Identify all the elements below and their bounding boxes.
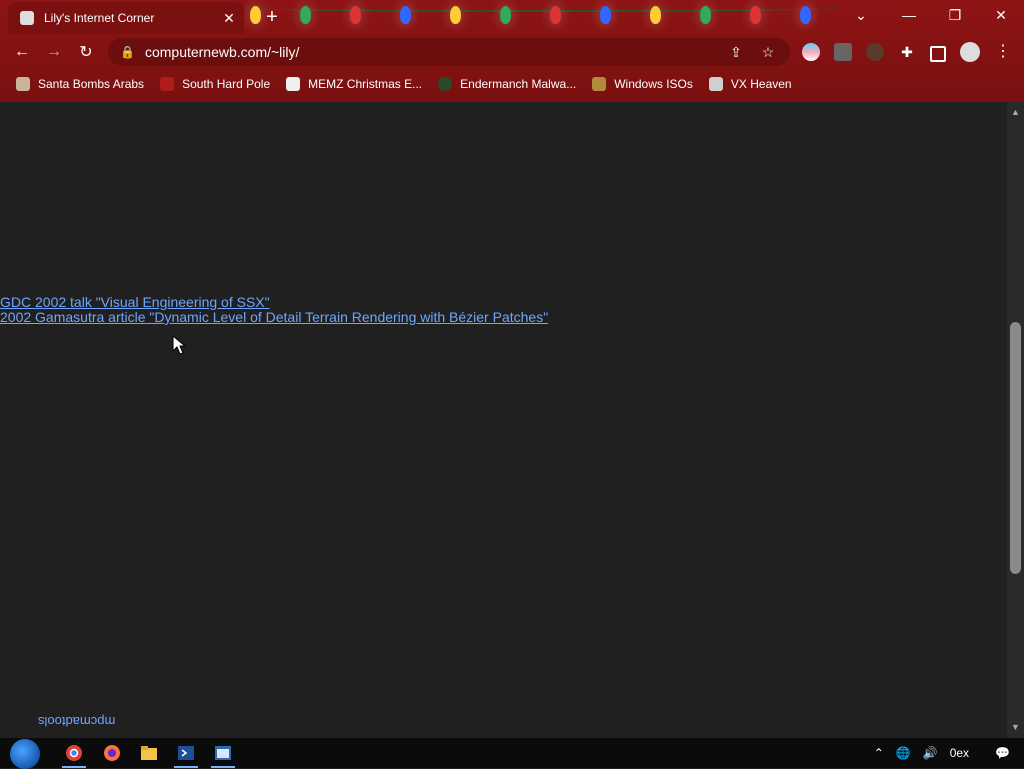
tray-text: 0ex bbox=[949, 746, 970, 760]
bookmark-label: MEMZ Christmas E... bbox=[308, 77, 423, 91]
bookmarks-bar: Santa Bombs Arabs South Hard Pole MEMZ C… bbox=[0, 70, 1024, 98]
light-bulb bbox=[300, 6, 311, 24]
light-bulb bbox=[750, 6, 761, 24]
extension-s-icon[interactable] bbox=[834, 43, 852, 61]
bookmark-vx-heaven-icon bbox=[708, 77, 723, 91]
bookmark-label: South Hard Pole bbox=[182, 77, 271, 91]
new-tab-icon[interactable]: + bbox=[262, 6, 282, 29]
web-page: GDC 2002 talk "Visual Engineering of SSX… bbox=[0, 102, 1007, 738]
system-tray: ⌃ 🌐 🔊 0ex 💬 bbox=[862, 738, 1024, 768]
scroll-down-icon[interactable]: ▼ bbox=[1011, 723, 1020, 732]
network-icon[interactable]: 🌐 bbox=[896, 746, 911, 760]
light-bulb bbox=[600, 6, 611, 24]
close-window-icon[interactable]: ✕ bbox=[978, 0, 1024, 30]
bookmark-snowflake-icon bbox=[160, 77, 175, 91]
taskbar-window-icon[interactable] bbox=[211, 742, 235, 768]
bookmark-memz-icon bbox=[286, 77, 301, 91]
taskbar: ⌃ 🌐 🔊 0ex 💬 bbox=[0, 738, 1024, 769]
bookmark-windows-isos[interactable]: Windows ISOs bbox=[592, 77, 693, 91]
bookmark-label: Santa Bombs Arabs bbox=[38, 77, 145, 91]
share-icon[interactable]: ⇪ bbox=[726, 42, 746, 62]
light-bulb bbox=[400, 6, 411, 24]
bookmark-star-icon[interactable]: ☆ bbox=[758, 42, 778, 62]
light-bulb bbox=[450, 6, 461, 24]
start-button[interactable] bbox=[10, 739, 40, 769]
reload-icon[interactable]: ↻ bbox=[74, 40, 98, 64]
tray-overflow-icon[interactable]: ⌃ bbox=[874, 746, 884, 760]
bookmark-figure-icon bbox=[16, 77, 30, 91]
scrollbar-thumb[interactable] bbox=[1010, 322, 1021, 574]
tab-search-icon[interactable]: ⌄ bbox=[838, 0, 884, 30]
bookmark-vx-heaven[interactable]: VX Heaven bbox=[708, 77, 792, 91]
back-icon[interactable]: ← bbox=[10, 40, 34, 64]
mirrored-text: mpcmadtools bbox=[38, 714, 116, 729]
light-bulb bbox=[650, 6, 661, 24]
notifications-icon[interactable]: 💬 bbox=[995, 746, 1010, 760]
light-bulb bbox=[550, 6, 561, 24]
bookmark-santa-bombs-arabs[interactable]: Santa Bombs Arabs bbox=[16, 77, 144, 91]
browser-toolbar: ← → ↻ 🔒 computernewb.com/~lily/ ⇪ ☆ ✚ ⋮ bbox=[0, 34, 1024, 70]
url-text: computernewb.com/~lily/ bbox=[144, 44, 300, 60]
extension-avatar-icon[interactable] bbox=[866, 43, 884, 61]
forward-icon[interactable]: → bbox=[42, 40, 66, 64]
tab-close-icon[interactable]: ✕ bbox=[220, 10, 238, 27]
tab-favicon-icon bbox=[20, 11, 34, 25]
bookmark-label: Windows ISOs bbox=[614, 77, 693, 91]
bookmark-endermanch-malware[interactable]: Endermanch Malwa... bbox=[438, 77, 576, 91]
browser-chrome: Lily's Internet Corner ✕ + ⌄ — ❐ ✕ ← → ↻… bbox=[0, 0, 1024, 102]
extensions-puzzle-icon[interactable]: ✚ bbox=[898, 43, 916, 61]
side-panel-icon[interactable] bbox=[930, 46, 946, 62]
light-bulb bbox=[250, 6, 261, 24]
link-gamasutra-article[interactable]: 2002 Gamasutra article "Dynamic Level of… bbox=[0, 309, 548, 325]
address-bar[interactable]: 🔒 computernewb.com/~lily/ ⇪ ☆ bbox=[108, 38, 790, 66]
bookmark-endermanch-icon bbox=[438, 77, 453, 91]
light-bulb bbox=[500, 6, 511, 24]
profile-icon[interactable] bbox=[960, 42, 980, 62]
tab-title: Lily's Internet Corner bbox=[44, 11, 155, 25]
menu-kebab-icon[interactable]: ⋮ bbox=[994, 43, 1012, 61]
bookmark-memz-christmas[interactable]: MEMZ Christmas E... bbox=[286, 77, 422, 91]
light-bulb bbox=[700, 6, 711, 24]
minimize-icon[interactable]: — bbox=[886, 0, 932, 30]
christmas-lights bbox=[240, 0, 840, 34]
bookmark-south-hard-pole[interactable]: South Hard Pole bbox=[160, 77, 270, 91]
light-bulb bbox=[350, 6, 361, 24]
page-scrollbar[interactable]: ▲ ▼ bbox=[1007, 102, 1024, 738]
extension-pride-icon[interactable] bbox=[802, 43, 820, 61]
volume-icon[interactable]: 🔊 bbox=[923, 746, 938, 760]
bookmark-label: Endermanch Malwa... bbox=[460, 77, 577, 91]
bookmark-windows-isos-icon bbox=[592, 77, 607, 91]
lock-icon: 🔒 bbox=[120, 45, 135, 59]
taskbar-firefox-icon[interactable] bbox=[100, 742, 124, 764]
scroll-up-icon[interactable]: ▲ bbox=[1011, 108, 1020, 117]
bookmark-label: VX Heaven bbox=[730, 77, 792, 91]
light-bulb bbox=[800, 6, 811, 24]
taskbar-chrome-icon[interactable] bbox=[62, 742, 86, 768]
link-gdc-2002-talk[interactable]: GDC 2002 talk "Visual Engineering of SSX… bbox=[0, 294, 270, 310]
active-tab[interactable]: Lily's Internet Corner ✕ bbox=[8, 2, 244, 34]
taskbar-file-explorer-icon[interactable] bbox=[137, 742, 161, 764]
taskbar-powershell-icon[interactable] bbox=[174, 742, 198, 768]
restore-icon[interactable]: ❐ bbox=[932, 0, 978, 30]
